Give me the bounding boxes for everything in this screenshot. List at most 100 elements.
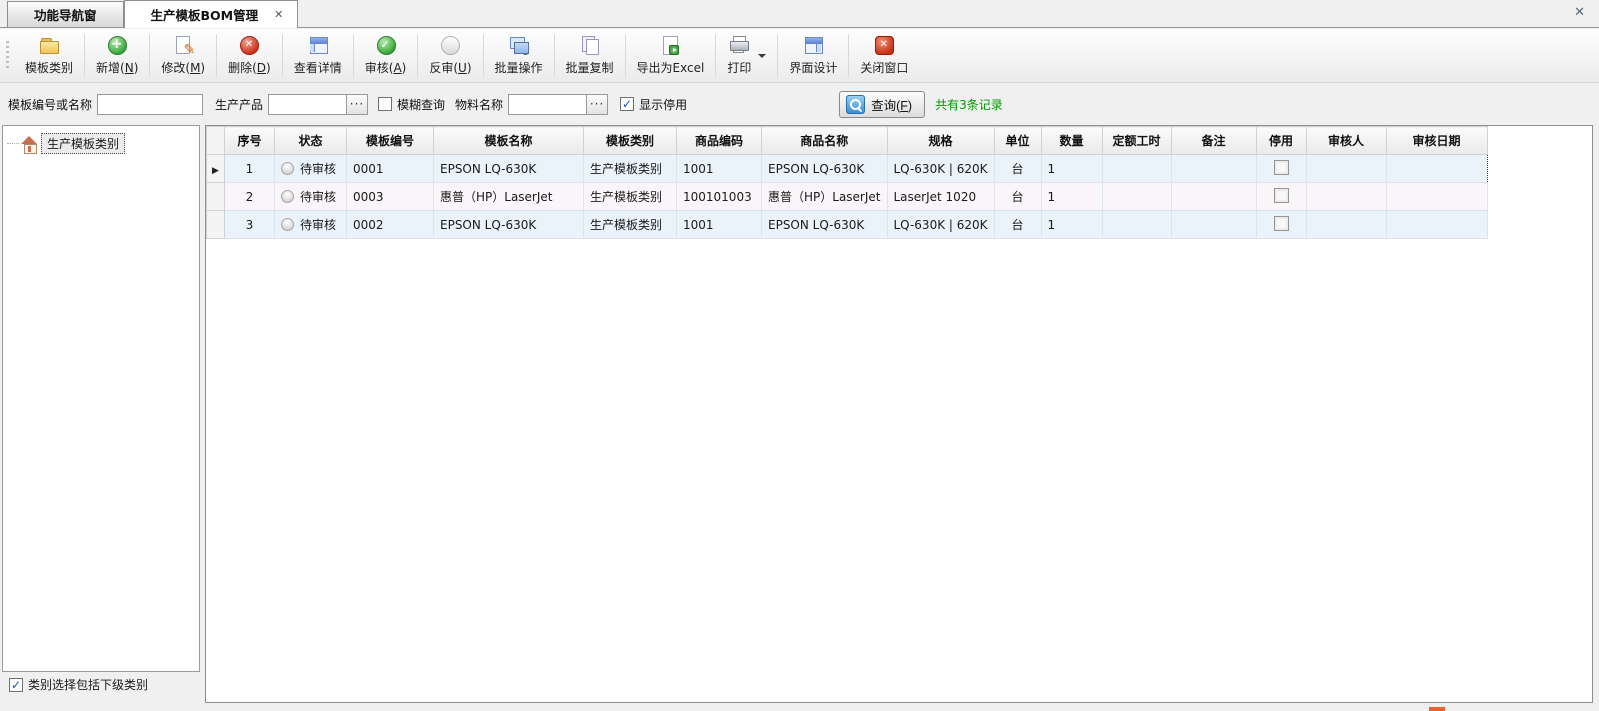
cell-remark[interactable] (1171, 211, 1256, 239)
cell-product_name[interactable]: EPSON LQ-630K (762, 155, 888, 183)
column-header[interactable]: 备注 (1171, 127, 1256, 155)
column-header[interactable]: 模板名称 (434, 127, 584, 155)
cell-std_hours[interactable] (1102, 183, 1171, 211)
column-header[interactable]: 审核人 (1306, 127, 1386, 155)
cell-auditor[interactable] (1306, 155, 1386, 183)
disabled-checkbox (1274, 188, 1289, 203)
cell-product_code[interactable]: 1001 (677, 211, 762, 239)
cell-status[interactable]: 待审核 (275, 183, 347, 211)
cell-seq[interactable]: 2 (225, 183, 275, 211)
cell-product_code[interactable]: 1001 (677, 155, 762, 183)
cell-template_category[interactable]: 生产模板类别 (584, 211, 677, 239)
cell-product_code[interactable]: 100101003 (677, 183, 762, 211)
toolbar-button-unapprove[interactable]: 反审(U) (418, 29, 482, 82)
query-button[interactable]: 查询(F) (839, 91, 925, 118)
cell-std_hours[interactable] (1102, 155, 1171, 183)
toolbar-grip[interactable] (6, 41, 9, 70)
column-header[interactable]: 商品名称 (762, 127, 888, 155)
material-name-input[interactable] (508, 94, 586, 115)
cell-template_code[interactable]: 0001 (347, 155, 434, 183)
column-header[interactable]: 单位 (994, 127, 1041, 155)
toolbar-button-edit[interactable]: 修改(M) (150, 29, 216, 82)
include-subcategory-checkbox[interactable]: ✓ (9, 678, 23, 692)
cell-qty[interactable]: 1 (1041, 183, 1102, 211)
cell-auditor[interactable] (1306, 211, 1386, 239)
cell-template_category[interactable]: 生产模板类别 (584, 155, 677, 183)
column-header[interactable]: 商品编码 (677, 127, 762, 155)
product-picker-button[interactable]: ··· (346, 94, 368, 115)
column-header[interactable]: 规格 (887, 127, 994, 155)
material-picker-button[interactable]: ··· (586, 94, 608, 115)
toolbar-button-design[interactable]: 界面设计 (778, 29, 848, 82)
cell-unit[interactable]: 台 (994, 155, 1041, 183)
cell-spec[interactable]: LaserJet 1020 (887, 183, 994, 211)
cell-unit[interactable]: 台 (994, 211, 1041, 239)
cell-unit[interactable]: 台 (994, 183, 1041, 211)
toolbar-button-label: 关闭窗口 (860, 59, 908, 76)
column-header[interactable]: 模板类别 (584, 127, 677, 155)
column-header[interactable]: 数量 (1041, 127, 1102, 155)
column-header[interactable]: 审核日期 (1386, 127, 1487, 155)
cell-disabled[interactable] (1256, 183, 1306, 211)
cell-remark[interactable] (1171, 183, 1256, 211)
product-input[interactable] (268, 94, 346, 115)
toolbar-button-label: 打印 (727, 59, 751, 76)
approve-icon (376, 35, 396, 55)
toolbar-button-copy[interactable]: 批量复制 (555, 29, 625, 82)
toolbar-button-batch[interactable]: 批量操作 (484, 29, 554, 82)
column-header[interactable]: 状态 (275, 127, 347, 155)
toolbar-button-add[interactable]: 新增(N) (85, 29, 149, 82)
cell-audit_date[interactable] (1386, 183, 1487, 211)
cell-qty[interactable]: 1 (1041, 211, 1102, 239)
cell-template_name[interactable]: EPSON LQ-630K (434, 155, 584, 183)
cell-template_code[interactable]: 0003 (347, 183, 434, 211)
table-row[interactable]: 2待审核0003惠普（HP）LaserJet生产模板类别100101003惠普（… (207, 183, 1488, 211)
column-header[interactable]: 序号 (225, 127, 275, 155)
cell-std_hours[interactable] (1102, 211, 1171, 239)
table-row[interactable]: ▶1待审核0001EPSON LQ-630K生产模板类别1001EPSON LQ… (207, 155, 1488, 183)
cell-template_name[interactable]: EPSON LQ-630K (434, 211, 584, 239)
cell-template_code[interactable]: 0002 (347, 211, 434, 239)
cell-spec[interactable]: LQ-630K | 620K (887, 211, 994, 239)
column-header[interactable]: 模板编号 (347, 127, 434, 155)
tree-item-production-template-category[interactable]: 生产模板类别 (41, 133, 125, 154)
column-header[interactable]: 停用 (1256, 127, 1306, 155)
cell-auditor[interactable] (1306, 183, 1386, 211)
row-indicator-header (207, 127, 225, 155)
copy-icon (580, 35, 600, 55)
cell-disabled[interactable] (1256, 155, 1306, 183)
tab-close-icon[interactable]: ✕ (274, 8, 283, 21)
toolbar-button-closewin[interactable]: 关闭窗口 (849, 29, 919, 82)
toolbar-button-delete[interactable]: 删除(D) (217, 29, 282, 82)
cell-seq[interactable]: 1 (225, 155, 275, 183)
cell-product_name[interactable]: EPSON LQ-630K (762, 211, 888, 239)
tab-function-nav[interactable]: 功能导航窗 (7, 1, 124, 27)
toolbar-button-excel[interactable]: 导出为Excel (626, 29, 716, 82)
cell-product_name[interactable]: 惠普（HP）LaserJet (762, 183, 888, 211)
cell-qty[interactable]: 1 (1041, 155, 1102, 183)
cell-disabled[interactable] (1256, 211, 1306, 239)
cell-remark[interactable] (1171, 155, 1256, 183)
cell-spec[interactable]: LQ-630K | 620K (887, 155, 994, 183)
toolbar-button-folder[interactable]: 模板类别 (14, 29, 84, 82)
cell-audit_date[interactable] (1386, 155, 1487, 183)
tab-production-template-bom[interactable]: 生产模板BOM管理 ✕ (124, 0, 299, 28)
fuzzy-query-checkbox[interactable] (378, 97, 392, 111)
cell-template_name[interactable]: 惠普（HP）LaserJet (434, 183, 584, 211)
toolbar-button-details[interactable]: 查看详情 (283, 29, 353, 82)
cell-status[interactable]: 待审核 (275, 155, 347, 183)
toolbar-button-approve[interactable]: 审核(A) (354, 29, 418, 82)
status-pending-icon (281, 218, 294, 231)
cell-audit_date[interactable] (1386, 211, 1487, 239)
cell-status[interactable]: 待审核 (275, 211, 347, 239)
window-close-icon[interactable]: ✕ (1574, 5, 1585, 20)
cell-seq[interactable]: 3 (225, 211, 275, 239)
cell-template_category[interactable]: 生产模板类别 (584, 183, 677, 211)
dropdown-caret-icon[interactable] (758, 54, 766, 58)
table-row[interactable]: 3待审核0002EPSON LQ-630K生产模板类别1001EPSON LQ-… (207, 211, 1488, 239)
record-count: 共有3条记录 (935, 96, 1003, 113)
column-header[interactable]: 定额工时 (1102, 127, 1171, 155)
show-disabled-checkbox[interactable]: ✓ (620, 97, 634, 111)
template-code-name-input[interactable] (97, 94, 203, 115)
toolbar-button-print[interactable]: 打印 (716, 29, 777, 82)
